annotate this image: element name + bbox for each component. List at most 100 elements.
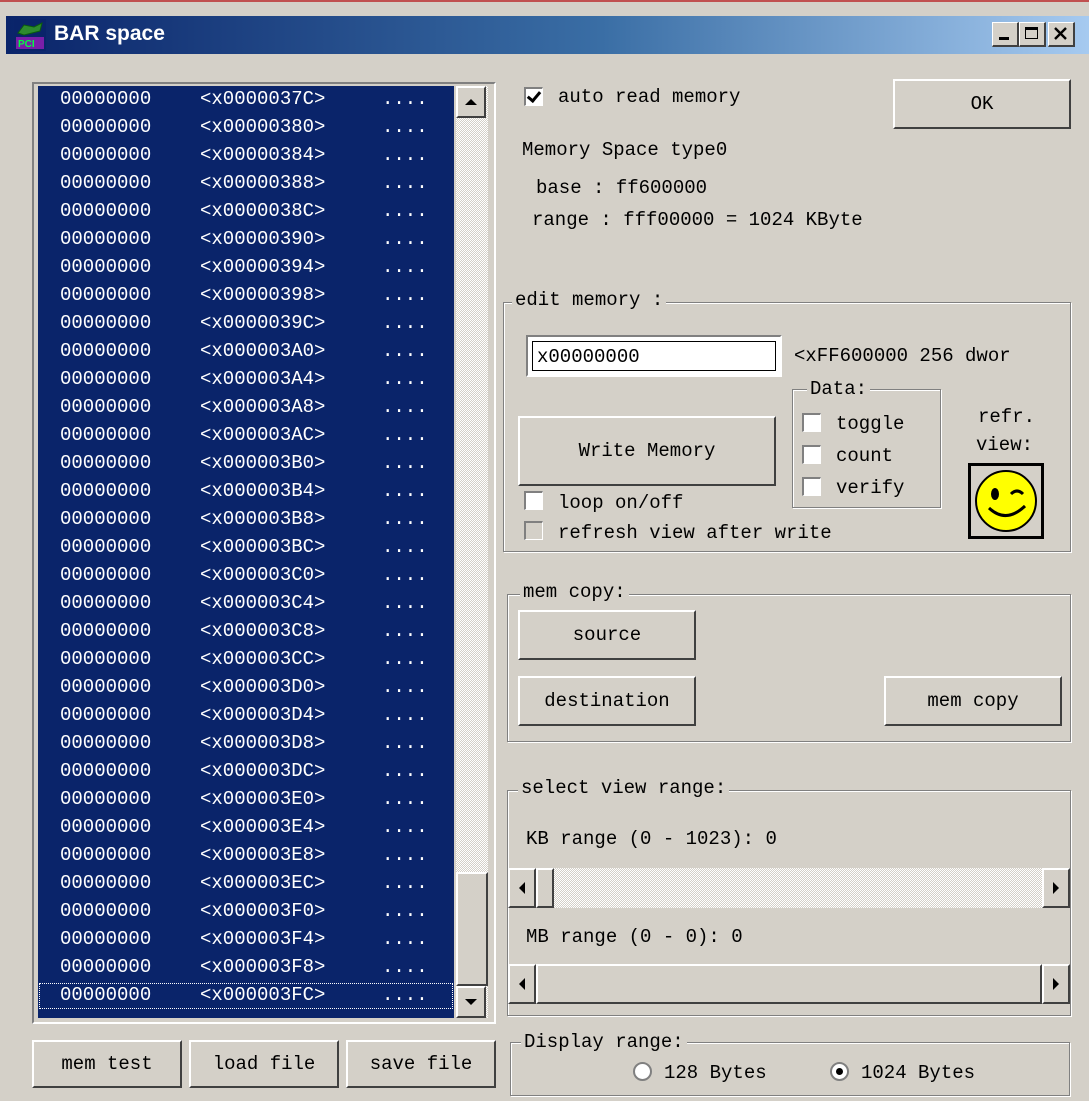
row-ascii: .... (382, 144, 428, 166)
row-ascii: .... (382, 424, 428, 446)
list-item[interactable]: 00000000 <x000003E4>.... (38, 814, 454, 842)
list-item[interactable]: 00000000 <x0000037C>.... (38, 86, 454, 114)
count-checkbox[interactable] (802, 445, 821, 464)
list-item[interactable]: 00000000 <x000003FC>.... (38, 982, 454, 1010)
refresh-after-write-label: refresh view after write (558, 522, 832, 544)
write-memory-button[interactable]: Write Memory (518, 416, 776, 486)
close-button[interactable] (1048, 22, 1075, 47)
list-item[interactable]: 00000000 <x00000380>.... (38, 114, 454, 142)
list-item[interactable]: 00000000 <x0000038C>.... (38, 198, 454, 226)
kb-range-scrollbar[interactable] (508, 868, 1070, 908)
list-item[interactable]: 00000000 <x000003E8>.... (38, 842, 454, 870)
row-ascii: .... (382, 284, 428, 306)
row-addr: <x0000038C> (200, 200, 326, 222)
row-value: 00000000 (60, 396, 152, 418)
row-ascii: .... (382, 564, 428, 586)
toggle-checkbox[interactable] (802, 413, 821, 432)
mb-scroll-thumb[interactable] (536, 964, 1042, 1004)
data-group-title: Data: (807, 378, 871, 400)
mem-copy-button[interactable]: mem copy (884, 676, 1062, 726)
radio-1024-bytes[interactable] (830, 1062, 849, 1081)
list-item[interactable]: 00000000 <x000003BC>.... (38, 534, 454, 562)
list-item[interactable]: 00000000 <x000003F0>.... (38, 898, 454, 926)
list-item[interactable]: 00000000 <x000003D4>.... (38, 702, 454, 730)
address-input[interactable]: x00000000 (532, 341, 776, 371)
load-file-button[interactable]: load file (189, 1040, 339, 1088)
row-addr: <x000003C4> (200, 592, 326, 614)
row-ascii: .... (382, 368, 428, 390)
row-addr: <x0000037C> (200, 88, 326, 110)
list-item[interactable]: 00000000 <x000003C0>.... (38, 562, 454, 590)
list-item[interactable]: 00000000 <x00000390>.... (38, 226, 454, 254)
row-value: 00000000 (60, 676, 152, 698)
auto-read-checkbox[interactable] (524, 87, 543, 106)
list-item[interactable]: 00000000 <x000003E0>.... (38, 786, 454, 814)
mem-test-button[interactable]: mem test (32, 1040, 182, 1088)
mb-range-scrollbar[interactable] (508, 964, 1070, 1004)
memory-space-type: Memory Space type0 (522, 139, 728, 161)
scroll-up-button[interactable] (456, 86, 486, 118)
row-ascii: .... (382, 536, 428, 558)
list-item[interactable]: 00000000 <x000003CC>.... (38, 646, 454, 674)
list-item[interactable]: 00000000 <x000003EC>.... (38, 870, 454, 898)
maximize-button[interactable] (1019, 22, 1046, 47)
row-ascii: .... (382, 396, 428, 418)
bar-space-window: PCI BAR space 00000000 <x0000037C>.... 000… (0, 0, 1089, 1101)
list-item[interactable]: 00000000 <x000003AC>.... (38, 422, 454, 450)
mb-scroll-left-button[interactable] (508, 964, 536, 1004)
count-label: count (836, 445, 894, 467)
row-addr: <x000003AC> (200, 424, 326, 446)
list-item[interactable]: 00000000 <x000003B8>.... (38, 506, 454, 534)
refresh-view-button[interactable] (968, 463, 1044, 539)
radio-128-bytes[interactable] (633, 1062, 652, 1081)
row-value: 00000000 (60, 844, 152, 866)
source-button[interactable]: source (518, 610, 696, 660)
smiley-wink-icon (975, 470, 1037, 532)
list-item[interactable]: 00000000 <x0000039C>.... (38, 310, 454, 338)
kb-scroll-right-button[interactable] (1042, 868, 1070, 908)
minimize-button[interactable] (992, 22, 1019, 47)
list-item[interactable]: 00000000 <x000003A0>.... (38, 338, 454, 366)
list-item[interactable]: 00000000 <x000003A4>.... (38, 366, 454, 394)
list-item[interactable]: 00000000 <x000003B0>.... (38, 450, 454, 478)
row-addr: <x000003E8> (200, 844, 326, 866)
display-range-group: Display range: (510, 1031, 1070, 1096)
row-ascii: .... (382, 844, 428, 866)
list-item[interactable]: 00000000 <x00000388>.... (38, 170, 454, 198)
list-item[interactable]: 00000000 <x000003B4>.... (38, 478, 454, 506)
scroll-thumb[interactable] (456, 872, 488, 986)
refresh-after-write-checkbox[interactable] (524, 521, 543, 540)
list-item[interactable]: 00000000 <x000003F4>.... (38, 926, 454, 954)
memory-list-scrollbar[interactable] (456, 86, 488, 1018)
list-item[interactable]: 00000000 <x000003C8>.... (38, 618, 454, 646)
ok-button[interactable]: OK (893, 79, 1071, 129)
list-item[interactable]: 00000000 <x000003D8>.... (38, 730, 454, 758)
list-item[interactable]: 00000000 <x00000398>.... (38, 282, 454, 310)
verify-checkbox[interactable] (802, 477, 821, 496)
list-item[interactable]: 00000000 <x000003F8>.... (38, 954, 454, 982)
loop-checkbox[interactable] (524, 491, 543, 510)
list-item[interactable]: 00000000 <x000003A8>.... (38, 394, 454, 422)
row-ascii: .... (382, 788, 428, 810)
mb-scroll-right-button[interactable] (1042, 964, 1070, 1004)
row-value: 00000000 (60, 536, 152, 558)
save-file-button[interactable]: save file (346, 1040, 496, 1088)
scroll-down-button[interactable] (456, 986, 486, 1018)
row-value: 00000000 (60, 984, 152, 1006)
kb-scroll-thumb[interactable] (536, 868, 554, 908)
list-item[interactable]: 00000000 <x00000394>.... (38, 254, 454, 282)
row-value: 00000000 (60, 452, 152, 474)
row-value: 00000000 (60, 116, 152, 138)
list-item[interactable]: 00000000 <x000003D0>.... (38, 674, 454, 702)
kb-scroll-left-button[interactable] (508, 868, 536, 908)
row-value: 00000000 (60, 144, 152, 166)
title-bar[interactable]: PCI BAR space (6, 16, 1089, 54)
list-item[interactable]: 00000000 <x00000384>.... (38, 142, 454, 170)
row-addr: <x000003DC> (200, 760, 326, 782)
list-item[interactable]: 00000000 <x000003DC>.... (38, 758, 454, 786)
memory-list[interactable]: 00000000 <x0000037C>.... 00000000 <x0000038… (38, 86, 454, 1018)
destination-button[interactable]: destination (518, 676, 696, 726)
address-hint: <xFF600000 256 dwor (794, 345, 1011, 367)
row-addr: <x000003BC> (200, 536, 326, 558)
list-item[interactable]: 00000000 <x000003C4>.... (38, 590, 454, 618)
